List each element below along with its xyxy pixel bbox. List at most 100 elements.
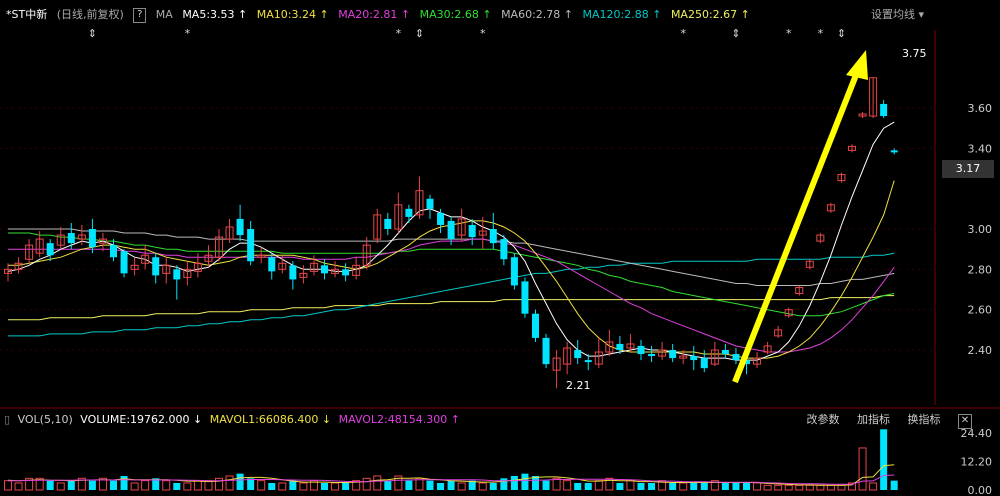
candle-body — [46, 243, 54, 256]
candle-body — [173, 269, 181, 280]
volume-bar — [478, 482, 487, 491]
volume-bar — [500, 478, 508, 490]
candle-body — [88, 229, 96, 248]
volume-bar — [795, 484, 804, 491]
volume-bar — [510, 475, 518, 490]
candle-body — [510, 257, 518, 286]
candle-body — [321, 265, 328, 274]
volume-bar — [46, 480, 54, 490]
volume-bar — [373, 475, 382, 491]
candle-body — [152, 257, 160, 276]
volume-bar — [289, 480, 297, 490]
volume-bar — [183, 482, 192, 491]
candle-body — [247, 229, 255, 262]
volume-bar — [278, 482, 287, 491]
volume-bar — [437, 482, 445, 490]
volume-bar — [542, 480, 550, 490]
candle-body — [468, 224, 476, 238]
volume-bar — [321, 482, 328, 490]
event-marker: ⇕ — [88, 27, 97, 40]
volume-bar — [162, 480, 171, 491]
volume-bar — [690, 482, 698, 490]
candle-body — [437, 212, 445, 225]
candle-body — [542, 337, 550, 365]
ma20-line — [8, 238, 895, 353]
volume-bar — [110, 480, 117, 490]
volume-bar — [826, 484, 835, 491]
volume-bar — [784, 484, 793, 491]
volume-value: VOLUME:19762.000 ↓ — [80, 413, 203, 426]
volume-bar — [637, 482, 645, 490]
candle-body — [584, 360, 592, 363]
volume-bar — [616, 482, 624, 490]
candle-body — [700, 358, 708, 369]
volume-bar — [584, 482, 592, 490]
volume-bar — [457, 482, 466, 491]
volume-bar — [679, 482, 688, 491]
volume-bar — [14, 482, 23, 491]
change-params-button[interactable]: 改参数 — [807, 413, 840, 426]
candle-body — [405, 208, 413, 217]
vol-label[interactable]: VOL(5,10) — [18, 413, 73, 426]
volume-bar — [173, 482, 181, 490]
candle-body — [880, 103, 888, 117]
yellow-arrow-shaft — [732, 68, 861, 384]
event-marker: ⇕ — [731, 27, 740, 40]
candle-body — [342, 269, 350, 276]
high-price-label: 3.75 — [902, 47, 927, 60]
volume-bar — [890, 480, 898, 490]
candle-body — [669, 350, 677, 359]
volume-bar — [141, 480, 150, 491]
close-icon[interactable]: ✕ — [958, 414, 972, 429]
volume-bar — [268, 482, 276, 490]
candle-body — [648, 354, 656, 357]
candle-body — [521, 281, 529, 314]
y-tick-label: 2.40 — [968, 344, 993, 357]
y-tick-label: 3.60 — [968, 102, 993, 115]
volume-bar — [193, 480, 202, 491]
volume-bar — [880, 429, 888, 490]
volume-bar — [342, 482, 350, 490]
volume-bar — [225, 475, 234, 491]
mavol2-value: MAVOL2:48154.300 ↑ — [338, 413, 460, 426]
mavol1-value: MAVOL1:66086.400 ↓ — [209, 413, 332, 426]
vol-tick-label: 12.20 — [961, 456, 993, 469]
vol-tick-label: 0.00 — [968, 484, 993, 496]
candle-body — [447, 220, 455, 240]
event-marker: * — [818, 27, 824, 40]
candle-body — [732, 354, 740, 361]
event-marker: * — [185, 27, 191, 40]
candle-body — [120, 251, 128, 274]
switch-indicator-button[interactable]: 换指标 — [908, 413, 941, 426]
volume-bar — [521, 473, 529, 490]
candle-body — [721, 350, 729, 355]
volume-bar — [774, 484, 783, 491]
y-tick-label: 2.80 — [968, 263, 993, 276]
volume-bar — [447, 480, 455, 490]
current-price-badge: 3.17 — [942, 160, 994, 178]
volume-bar — [215, 477, 223, 491]
candle-body — [384, 218, 392, 229]
volume-header: ▯ VOL(5,10) VOLUME:19762.000 ↓ MAVOL1:66… — [0, 410, 1000, 430]
candle-body — [426, 198, 434, 209]
y-tick-label: 3.40 — [968, 142, 993, 155]
event-marker: * — [480, 27, 486, 40]
volume-bar — [753, 482, 762, 491]
volume-bar — [563, 480, 572, 491]
volume-bar — [236, 473, 244, 490]
candle-body — [268, 257, 276, 272]
candle-body — [489, 229, 497, 244]
candle-body — [532, 313, 539, 338]
volume-bar — [743, 482, 750, 490]
candle-body — [690, 356, 698, 361]
y-tick-label: 3.00 — [968, 223, 993, 236]
event-marker: * — [680, 27, 686, 40]
volume-bar — [56, 482, 65, 491]
event-marker: * — [396, 27, 402, 40]
ma30-line — [8, 232, 895, 317]
volume-bar — [120, 475, 128, 490]
candle-body — [110, 245, 117, 258]
candle-body — [616, 343, 624, 350]
add-indicator-button[interactable]: 加指标 — [857, 413, 890, 426]
candle-body — [637, 345, 645, 355]
